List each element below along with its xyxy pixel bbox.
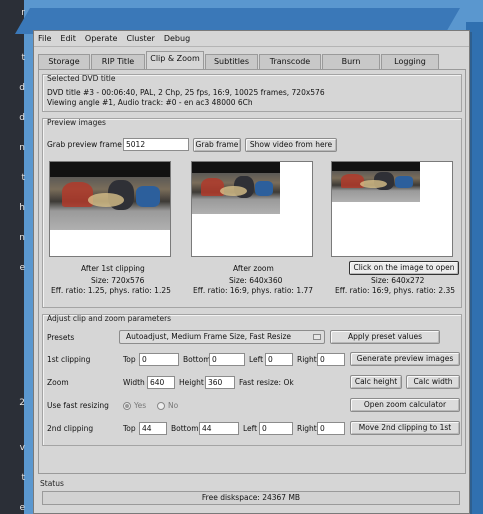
background-glyph: e xyxy=(19,263,25,273)
preview-ratio-3: Eff. ratio: 16:9, phys. ratio: 2.35 xyxy=(335,286,456,295)
menu-debug[interactable]: Debug xyxy=(164,34,190,43)
generate-preview-button[interactable]: Generate preview images xyxy=(350,352,460,366)
zoom-height-input[interactable]: 360 xyxy=(205,376,235,389)
menu-operate[interactable]: Operate xyxy=(85,34,118,43)
preview-image-clip1[interactable] xyxy=(49,161,171,257)
open-image-button[interactable]: Click on the image to open xyxy=(349,261,459,275)
dvd-title-frame-title: Selected DVD title xyxy=(47,74,116,83)
presets-value: Autoadjust, Medium Frame Size, Fast Resi… xyxy=(126,332,291,341)
zoom-label: Zoom xyxy=(47,378,69,387)
preview-caption-1: After 1st clipping xyxy=(81,264,145,273)
menu-cluster[interactable]: Cluster xyxy=(126,34,154,43)
background-text-column: r t d d n t h n e 2 v t e xyxy=(0,0,27,514)
clip1-label: 1st clipping xyxy=(47,355,91,364)
tab-subtitles[interactable]: Subtitles xyxy=(205,54,258,69)
calc-height-button[interactable]: Calc height xyxy=(350,375,402,389)
video-frame-thumbnail xyxy=(332,162,420,202)
background-glyph: e xyxy=(19,503,25,513)
status-field: Free diskspace: 24367 MB xyxy=(42,491,460,505)
tab-transcode[interactable]: Transcode xyxy=(259,54,321,69)
presets-select[interactable]: Autoadjust, Medium Frame Size, Fast Resi… xyxy=(119,330,325,344)
clip1-top-label: Top xyxy=(123,355,136,364)
params-frame: Adjust clip and zoom parameters Presets … xyxy=(42,314,462,446)
status-area: Status Free diskspace: 24367 MB xyxy=(38,479,466,511)
background-glyph: h xyxy=(19,203,25,213)
app-window: File Edit Operate Cluster Debug Storage … xyxy=(33,30,470,514)
background-glyph: t xyxy=(21,53,25,63)
background-glyph: 2 xyxy=(19,398,25,408)
menu-edit[interactable]: Edit xyxy=(60,34,76,43)
video-frame-thumbnail xyxy=(192,162,280,214)
clip2-right-input[interactable]: 0 xyxy=(317,422,345,435)
menu-bar: File Edit Operate Cluster Debug xyxy=(34,31,469,47)
preview-size-3: Size: 640x272 xyxy=(371,276,425,285)
menu-file[interactable]: File xyxy=(38,34,51,43)
preview-image-clip2[interactable] xyxy=(331,161,453,257)
clip2-label: 2nd clipping xyxy=(47,424,94,433)
background-glyph: d xyxy=(19,113,25,123)
params-frame-title: Adjust clip and zoom parameters xyxy=(47,314,172,323)
background-glyph: t xyxy=(21,173,25,183)
clip1-left-label: Left xyxy=(249,355,264,364)
calc-width-button[interactable]: Calc width xyxy=(406,375,460,389)
fast-resizing-no-label: No xyxy=(168,401,179,410)
clip2-left-input[interactable]: 0 xyxy=(259,422,293,435)
fast-resizing-yes-label: Yes xyxy=(134,401,147,410)
preview-ratio-1: Eff. ratio: 1.25, phys. ratio: 1.25 xyxy=(51,286,171,295)
grab-frame-input[interactable]: 5012 xyxy=(123,138,189,151)
tab-bar: Storage RIP Title Clip & Zoom Subtitles … xyxy=(34,47,469,69)
dvd-info-line1: DVD title #3 - 00:06:40, PAL, 2 Chp, 25 … xyxy=(47,88,325,97)
status-title: Status xyxy=(40,479,64,488)
fast-resizing-label: Use fast resizing xyxy=(47,401,109,410)
grab-frame-label: Grab preview frame # xyxy=(47,140,131,149)
tab-burn[interactable]: Burn xyxy=(322,54,380,69)
clip1-bottom-input[interactable]: 0 xyxy=(209,353,245,366)
zoom-height-label: Height xyxy=(179,378,204,387)
clip2-top-input[interactable]: 44 xyxy=(139,422,167,435)
tab-logging[interactable]: Logging xyxy=(381,54,439,69)
tab-rip-title[interactable]: RIP Title xyxy=(91,54,145,69)
dvd-title-frame: Selected DVD title DVD title #3 - 00:06:… xyxy=(42,74,462,112)
tab-storage[interactable]: Storage xyxy=(38,54,90,69)
background-glyph: d xyxy=(19,83,25,93)
preview-caption-2: After zoom xyxy=(233,264,274,273)
fast-resize-status: Fast resize: Ok xyxy=(239,378,294,387)
move-clipping-button[interactable]: Move 2nd clipping to 1st xyxy=(350,421,460,435)
fast-resizing-yes-radio[interactable] xyxy=(123,402,131,410)
background-glyph: t xyxy=(21,473,25,483)
preview-frame-title: Preview images xyxy=(47,118,106,127)
tab-clip-zoom[interactable]: Clip & Zoom xyxy=(146,51,204,69)
clip2-right-label: Right xyxy=(297,424,317,433)
clip-zoom-panel: Selected DVD title DVD title #3 - 00:06:… xyxy=(38,69,466,474)
clip2-bottom-input[interactable]: 44 xyxy=(199,422,239,435)
preview-size-1: Size: 720x576 xyxy=(91,276,145,285)
zoom-width-label: Width xyxy=(123,378,145,387)
fast-resizing-no-radio[interactable] xyxy=(157,402,165,410)
grab-frame-button[interactable]: Grab frame xyxy=(193,138,241,152)
video-frame-thumbnail xyxy=(50,162,170,230)
clip1-bottom-label: Bottom xyxy=(183,355,211,364)
chevron-down-icon xyxy=(313,334,321,340)
preview-frame: Preview images Grab preview frame # 5012… xyxy=(42,118,462,308)
presets-label: Presets xyxy=(47,333,75,342)
background-glyph: v xyxy=(19,443,25,453)
clip2-top-label: Top xyxy=(123,424,136,433)
zoom-width-input[interactable]: 640 xyxy=(147,376,175,389)
background-glyph: n xyxy=(19,233,25,243)
zoom-calculator-button[interactable]: Open zoom calculator xyxy=(350,398,460,412)
clip1-right-input[interactable]: 0 xyxy=(317,353,345,366)
clip1-top-input[interactable]: 0 xyxy=(139,353,179,366)
apply-preset-button[interactable]: Apply preset values xyxy=(330,330,440,344)
dvd-info-line2: Viewing angle #1, Audio track: #0 - en a… xyxy=(47,98,253,107)
preview-size-2: Size: 640x360 xyxy=(229,276,283,285)
background-glyph: n xyxy=(19,143,25,153)
preview-image-zoom[interactable] xyxy=(191,161,313,257)
clip2-left-label: Left xyxy=(243,424,258,433)
preview-ratio-2: Eff. ratio: 16:9, phys. ratio: 1.77 xyxy=(193,286,314,295)
clip1-right-label: Right xyxy=(297,355,317,364)
clip2-bottom-label: Bottom xyxy=(171,424,199,433)
show-video-button[interactable]: Show video from here xyxy=(245,138,337,152)
clip1-left-input[interactable]: 0 xyxy=(265,353,293,366)
